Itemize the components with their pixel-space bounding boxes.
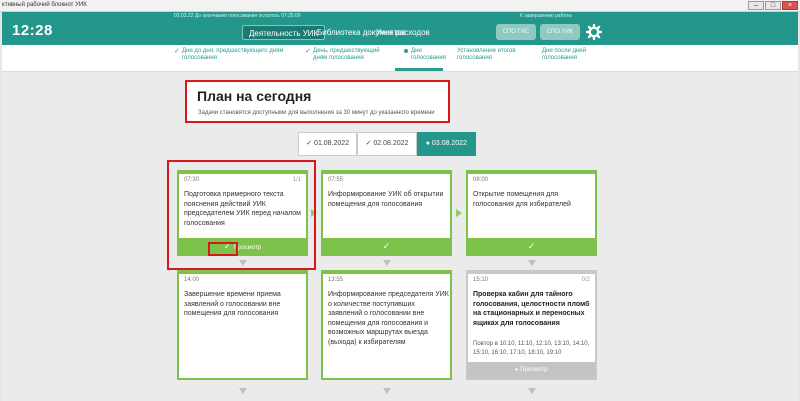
arrow-down-icon [239, 388, 247, 394]
arrow-down-icon [239, 260, 247, 266]
step-label: День, предшествующий дням голосования [313, 48, 380, 61]
task-card[interactable]: 08:00 Открытие помещения для голосования… [466, 170, 597, 256]
task-time: 13:55 [328, 277, 344, 283]
date-label: 02.08.2022 [373, 140, 409, 147]
task-time: 15:10 [473, 277, 489, 283]
spo-uik-button[interactable]: СПО УИК [540, 24, 580, 40]
highlight-frame [167, 160, 316, 270]
app-window: ктивный рабочий блокнот УИК – □ × 03.03.… [0, 0, 800, 401]
page-title: План на сегодня [197, 88, 312, 104]
view-button[interactable]: ▸ Просмотр [468, 362, 595, 378]
task-time: 14:00 [184, 277, 200, 283]
task-text: Открытие помещения для голосования для и… [473, 191, 571, 208]
task-time: 08:00 [473, 177, 489, 183]
date-label: 03.08.2022 [431, 140, 467, 147]
app-header: 03.03.22 До окончания голосования остало… [2, 12, 798, 45]
window-controls: – □ × [747, 1, 798, 10]
step-after-days[interactable]: Дни после дней голосования [542, 48, 602, 62]
step-day-before[interactable]: ✓ День, предшествующий дням голосования [305, 48, 393, 62]
current-dot-icon [404, 49, 408, 53]
arrow-down-icon [383, 260, 391, 266]
gear-icon[interactable] [586, 24, 602, 40]
step-label: Дни после дней голосования [542, 48, 586, 61]
task-card[interactable]: 14:00 Завершение времени приема заявлени… [177, 270, 308, 380]
clock: 12:28 [12, 22, 53, 39]
step-results[interactable]: Установление итогов голосования [457, 48, 527, 62]
minimize-icon[interactable]: – [748, 1, 764, 10]
check-icon: ✓ [306, 140, 315, 147]
stage-stepper: ✓ Дни до дня, предшествующего дням голос… [2, 45, 798, 72]
main-content: План на сегодня Задачи становятся доступ… [2, 72, 798, 401]
check-icon: ✓ [305, 48, 311, 55]
arrow-down-icon [528, 388, 536, 394]
task-text: Завершение времени приема заявлений о го… [184, 291, 281, 317]
task-card[interactable]: 13:55 Информирование председателя УИК о … [321, 270, 452, 380]
highlight-frame [208, 242, 238, 256]
task-count: 0/2 [581, 277, 590, 283]
arrow-down-icon [383, 388, 391, 394]
step-before-day[interactable]: ✓ Дни до дня, предшествующего дням голос… [174, 48, 304, 62]
repeat-schedule: Повтор в 10:10, 11:10, 12:10, 13:10, 14:… [473, 341, 590, 356]
task-text: Проверка кабин для тайного голосования, … [473, 291, 590, 327]
date-label: 01.08.2022 [314, 140, 350, 147]
done-check-icon: ✓ [323, 238, 450, 254]
date-tabs: ✓ 01.08.2022 ✓ 02.08.2022 ● 03.08.2022 [298, 132, 476, 156]
done-check-icon: ✓ [468, 238, 595, 254]
task-time: 07:55 [328, 177, 344, 183]
step-label: Установление итогов голосования [457, 48, 516, 61]
countdown-text: 03.03.22 До окончания голосования остало… [174, 13, 301, 19]
arrow-down-icon [528, 260, 536, 266]
date-tab-1[interactable]: ✓ 01.08.2022 [298, 132, 358, 156]
plan-header: План на сегодня Задачи становятся доступ… [185, 80, 450, 123]
date-tab-3[interactable]: ● 03.08.2022 [416, 132, 476, 156]
step-voting-days[interactable]: Дни голосования [404, 48, 447, 62]
header-info-line: 03.03.22 До окончания голосования остало… [2, 12, 798, 20]
close-icon[interactable]: × [782, 1, 798, 10]
spo-gis-button[interactable]: СПО ГИС [496, 24, 536, 40]
check-icon: ✓ [174, 48, 180, 55]
task-text: Информирование председателя УИК о количе… [328, 291, 449, 346]
finish-work-text: К завершению работы [520, 13, 573, 19]
task-card[interactable]: 15:10 0/2 Проверка кабин для тайного гол… [466, 270, 597, 380]
window-titlebar: ктивный рабочий блокнот УИК – □ × [0, 0, 800, 12]
step-label: Дни голосования [411, 48, 446, 61]
current-step-underline [395, 68, 443, 71]
maximize-icon[interactable]: □ [765, 1, 781, 10]
nav-expenses[interactable]: Учет расходов [370, 25, 436, 40]
task-card[interactable]: 07:55 Информирование УИК об открытии пом… [321, 170, 452, 256]
step-label: Дни до дня, предшествующего дням голосов… [182, 48, 284, 61]
task-text: Информирование УИК об открытии помещения… [328, 191, 444, 208]
page-subtitle: Задачи становятся доступными для выполне… [198, 110, 435, 116]
arrow-right-icon [456, 209, 462, 217]
view-label: Просмотр [520, 367, 548, 373]
window-title: ктивный рабочий блокнот УИК [2, 2, 87, 8]
date-tab-2[interactable]: ✓ 02.08.2022 [357, 132, 417, 156]
